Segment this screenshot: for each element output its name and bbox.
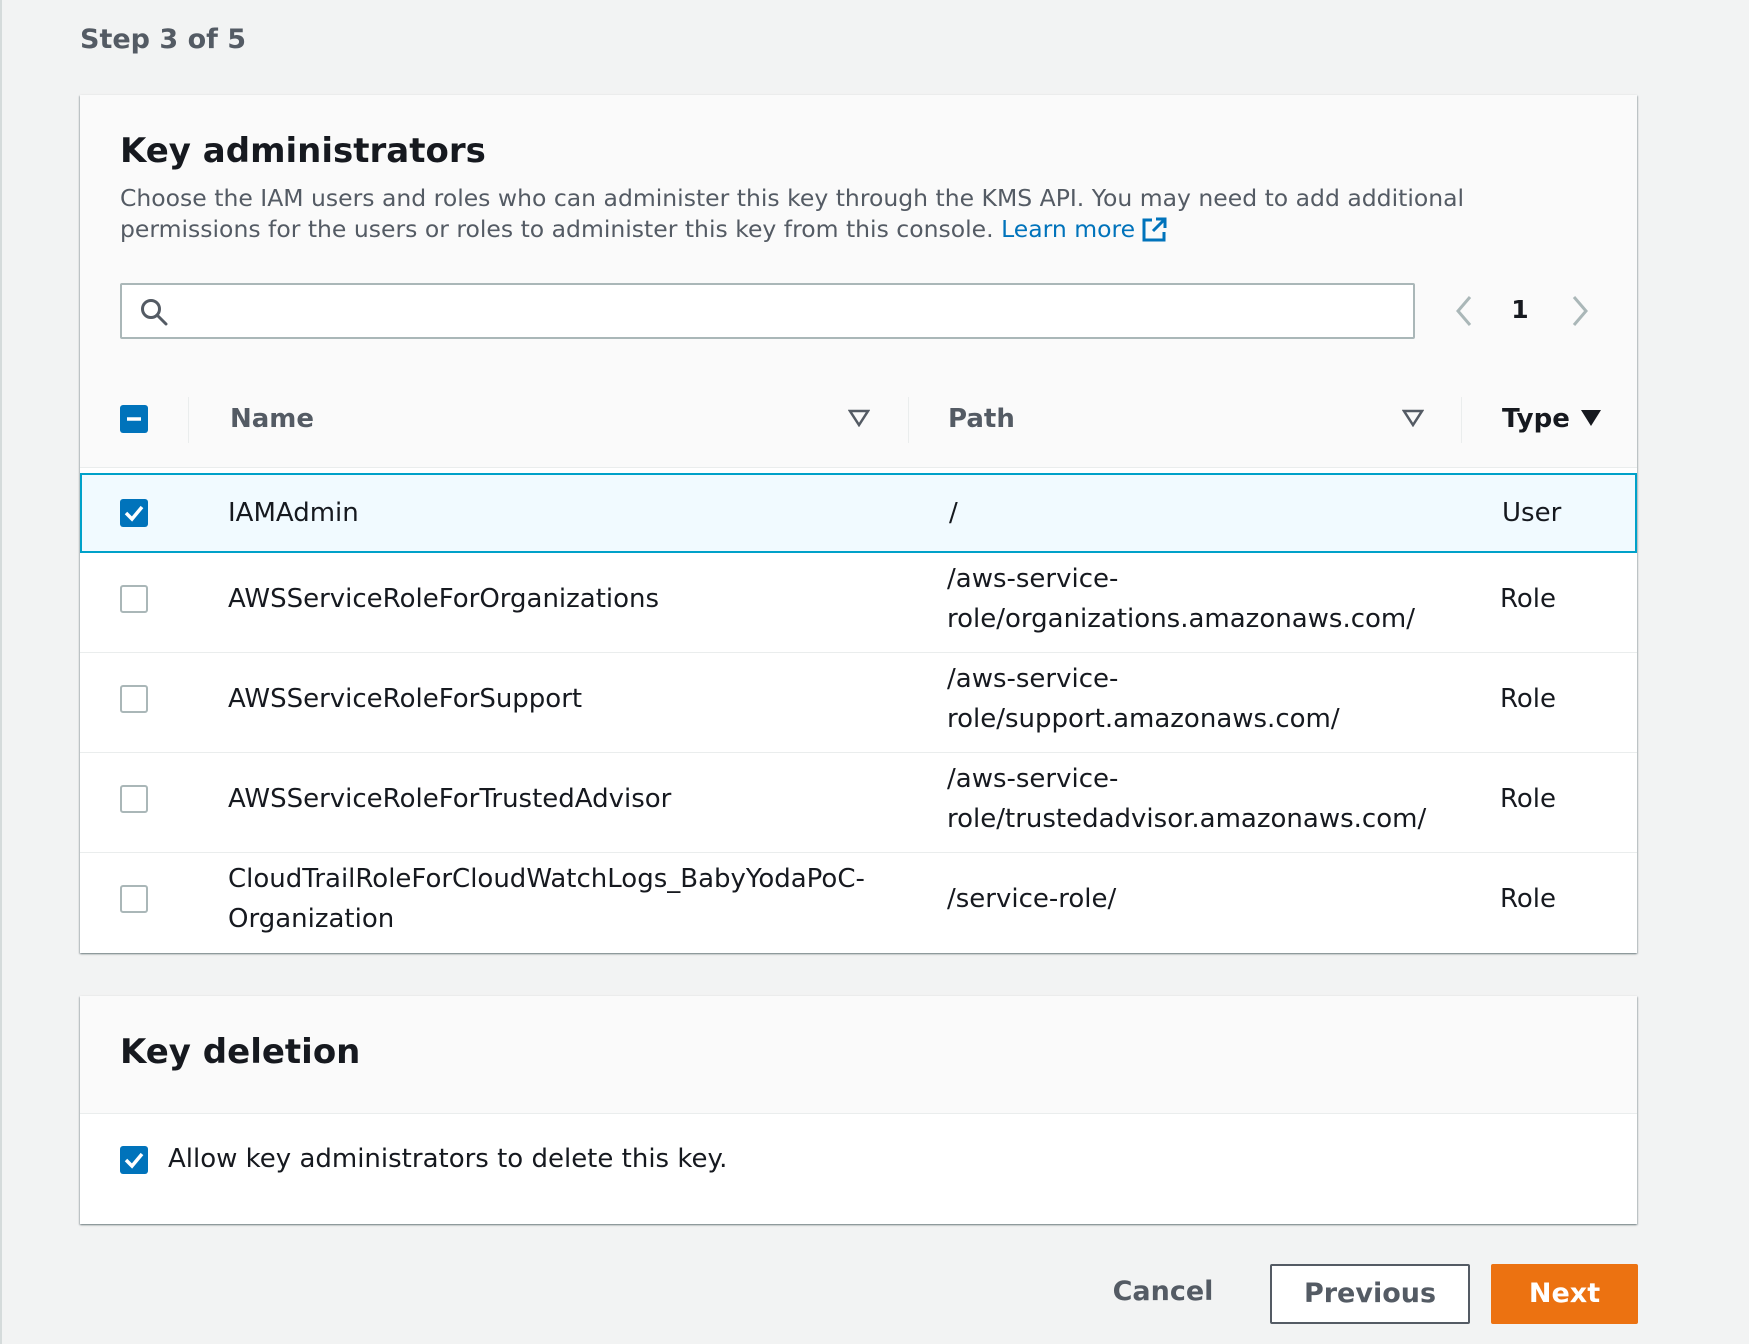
row-name: AWSServiceRoleForSupport [228, 684, 583, 714]
learn-more-label: Learn more [1001, 215, 1136, 243]
external-link-icon [1141, 217, 1167, 251]
row-name: IAMAdmin [228, 498, 359, 528]
column-header-type[interactable]: Type [1502, 404, 1570, 434]
key-deletion-header: Key deletion [80, 996, 1637, 1114]
step-indicator: Step 3 of 5 [80, 24, 247, 55]
search-icon [140, 298, 168, 330]
table-row[interactable]: AWSServiceRoleForOrganizations /aws-serv… [80, 553, 1637, 653]
description-text: Choose the IAM users and roles who can a… [120, 184, 1465, 243]
row-path-line2: role/support.amazonaws.com/ [947, 704, 1340, 734]
key-administrators-panel: Key administrators Choose the IAM users … [80, 95, 1637, 953]
row-name: AWSServiceRoleForTrustedAdvisor [228, 784, 672, 814]
table-row[interactable]: CloudTrailRoleForCloudWatchLogs_BabyYoda… [80, 853, 1637, 953]
row-type: Role [1500, 784, 1557, 814]
row-checkbox[interactable] [120, 499, 148, 527]
row-path-line2: role/trustedadvisor.amazonaws.com/ [947, 804, 1427, 834]
table-row[interactable]: AWSServiceRoleForTrustedAdvisor /aws-ser… [80, 753, 1637, 853]
key-deletion-title: Key deletion [120, 1032, 361, 1072]
table-header: Name Path Type [80, 373, 1637, 468]
row-name-line1: CloudTrailRoleForCloudWatchLogs_BabyYoda… [228, 864, 865, 894]
row-path-line2: role/organizations.amazonaws.com/ [947, 604, 1415, 634]
row-path-line1: /aws-service- [947, 764, 1119, 794]
row-name: AWSServiceRoleForOrganizations [228, 584, 660, 614]
row-checkbox[interactable] [120, 585, 148, 613]
previous-page-icon[interactable] [1454, 295, 1474, 331]
previous-button[interactable]: Previous [1270, 1264, 1470, 1324]
column-divider [1461, 397, 1462, 443]
key-administrators-title: Key administrators [120, 131, 486, 171]
row-path: / [949, 498, 958, 528]
cancel-button[interactable]: Cancel [1098, 1264, 1228, 1324]
column-header-path[interactable]: Path [948, 404, 1015, 434]
next-page-icon[interactable] [1570, 295, 1590, 331]
page-number[interactable]: 1 [1510, 295, 1530, 324]
row-checkbox[interactable] [120, 885, 148, 913]
column-divider [908, 397, 909, 443]
key-deletion-panel: Key deletion Allow key administrators to… [80, 996, 1637, 1224]
table-row[interactable]: IAMAdmin / User [80, 473, 1637, 553]
row-path: /service-role/ [947, 884, 1117, 914]
row-type: Role [1500, 884, 1557, 914]
learn-more-link[interactable]: Learn more [1001, 215, 1167, 243]
row-path-line1: /aws-service- [947, 664, 1119, 694]
row-name-line2: Organization [228, 904, 395, 934]
column-divider [188, 397, 189, 443]
sort-type-icon[interactable] [1580, 409, 1602, 431]
sort-name-icon[interactable] [847, 409, 871, 431]
row-checkbox[interactable] [120, 685, 148, 713]
column-header-name[interactable]: Name [230, 404, 314, 434]
row-type: User [1502, 498, 1562, 528]
row-type: Role [1500, 684, 1557, 714]
next-button[interactable]: Next [1491, 1264, 1638, 1324]
row-checkbox[interactable] [120, 785, 148, 813]
row-type: Role [1500, 584, 1557, 614]
select-all-checkbox[interactable] [120, 405, 148, 433]
table-row[interactable]: AWSServiceRoleForSupport /aws-service- r… [80, 653, 1637, 753]
allow-delete-label[interactable]: Allow key administrators to delete this … [168, 1144, 727, 1174]
row-path-line1: /aws-service- [947, 564, 1119, 594]
key-administrators-description: Choose the IAM users and roles who can a… [120, 183, 1590, 251]
key-administrators-header: Key administrators Choose the IAM users … [80, 95, 1637, 374]
search-field[interactable] [120, 283, 1415, 339]
left-divider [0, 0, 2, 1344]
allow-delete-checkbox[interactable] [120, 1146, 148, 1174]
sort-path-icon[interactable] [1401, 409, 1425, 431]
search-input[interactable] [184, 291, 1398, 333]
